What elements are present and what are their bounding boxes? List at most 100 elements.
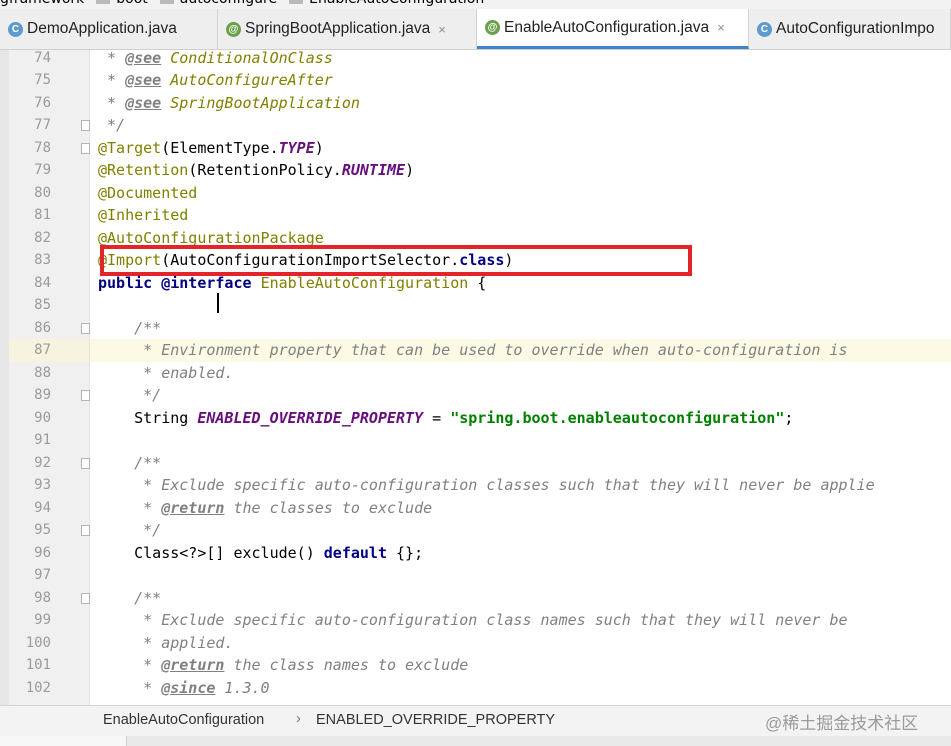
code-line-text: String ENABLED_OVERRIDE_PROPERTY = "spri… [98,407,793,430]
code-token: default [323,543,387,562]
code-line-text: /** [98,452,161,475]
code-line[interactable] [90,294,951,317]
code-line[interactable] [90,429,951,452]
breadcrumb-item[interactable]: EnableAutoConfiguration [309,0,484,7]
line-number: 95 [34,522,51,538]
code-line[interactable]: * Exclude specific auto-configuration cl… [90,609,951,632]
code-token: */ [98,116,126,134]
line-number: 77 [34,117,51,133]
fold-toggle-icon[interactable] [81,390,90,401]
fold-toggle-icon[interactable] [81,525,90,536]
code-line[interactable]: /** [90,587,951,610]
code-token: ConditionalOnClass [170,50,333,67]
line-number: 101 [25,657,51,673]
line-number: 75 [34,72,51,88]
close-icon[interactable]: × [717,20,725,35]
line-number: 74 [34,49,51,66]
line-number: 85 [34,297,51,313]
code-line-text: * @return the classes to exclude [98,497,432,520]
line-number: 92 [34,454,51,471]
code-token: ) [314,138,324,157]
code-line[interactable]: * @see SpringBootApplication [90,92,951,115]
code-line[interactable] [90,564,951,587]
tab-label: AutoConfigurationImpo [776,20,935,37]
watermark: @稀土掘金技术社区 [765,714,919,733]
line-number: 84 [34,274,51,291]
line-number: 96 [34,544,51,561]
code-token: @see [125,50,162,67]
code-token: AutoConfigureAfter [170,71,333,89]
code-line[interactable]: /** [90,317,951,340]
code-token: * Exclude specific auto-configuration cl… [98,476,875,494]
editor-tab[interactable]: C AutoConfigurationImpo [749,9,951,49]
line-number: 88 [34,364,51,381]
code-line-text: * @see ConditionalOnClass [98,50,333,69]
code-line[interactable]: * Environment property that can be used … [90,339,951,362]
code-line[interactable]: * @since 1.3.0 [90,677,951,700]
structure-breadcrumb-bar: EnableAutoConfiguration › ENABLED_OVERRI… [0,705,951,736]
editor-tab[interactable]: @ SpringBootApplication.java × [218,9,477,49]
fold-toggle-icon[interactable] [81,322,90,334]
breadcrumb-field[interactable]: ENABLED_OVERRIDE_PROPERTY [316,712,555,728]
breadcrumb-item[interactable]: gframework [0,0,84,7]
code-token: Class<?>[] exclude() [98,543,324,562]
code-token: @Documented [98,183,198,202]
editor-tab[interactable]: @ EnableAutoConfiguration.java × [477,9,749,49]
code-token: @return [161,656,225,674]
code-token: @return [161,498,225,517]
code-line-text: @Documented [98,182,197,205]
line-number: 91 [34,432,51,448]
code-line[interactable]: Class<?>[] exclude() default {}; [90,542,951,565]
code-editor[interactable]: * @see ConditionalOnClass * @see AutoCon… [90,50,951,705]
code-line-text: */ [98,519,161,542]
code-line[interactable]: * @see AutoConfigureAfter [90,69,951,92]
bottom-tool-strip [0,736,951,746]
line-number: 78 [34,139,51,156]
code-line[interactable]: */ [90,519,951,542]
code-line[interactable]: * @return the classes to exclude [90,497,951,520]
bottom-tool-tab[interactable] [0,736,127,746]
code-line[interactable]: * Exclude specific auto-configuration cl… [90,474,951,497]
code-line[interactable]: * applied. [90,632,951,655]
code-token: @see [125,93,162,112]
code-line[interactable]: String ENABLED_OVERRIDE_PROPERTY = "spri… [90,407,951,430]
code-line[interactable]: * @return the class names to exclude [90,654,951,677]
code-token: public [98,273,153,292]
code-line-text: /** [98,317,161,340]
code-line[interactable]: @Retention(RetentionPolicy.RUNTIME) [90,159,951,182]
code-line[interactable]: * enabled. [90,362,951,385]
code-line[interactable]: @Inherited [90,204,951,227]
code-line-text: */ [98,114,125,137]
code-token: * Environment property that can be used … [98,341,848,359]
code-token: (RetentionPolicy. [188,161,342,179]
code-token: RUNTIME [341,161,406,179]
breadcrumb-interface[interactable]: EnableAutoConfiguration [103,712,264,728]
code-line[interactable]: @Documented [90,182,951,205]
editor-tab[interactable]: C DemoApplication.java [0,9,218,49]
code-token: * [98,498,162,517]
fold-toggle-icon[interactable] [81,457,90,469]
breadcrumb-item[interactable]: autoconfigure [180,0,277,7]
fold-toggle-icon[interactable] [81,592,90,604]
line-number: 83 [34,252,51,268]
code-line[interactable]: */ [90,114,951,137]
breadcrumb-separator: › [296,711,301,727]
fold-toggle-icon[interactable] [81,142,90,154]
code-line-text: */ [98,384,161,407]
code-line-text: * @see AutoConfigureAfter [98,69,333,92]
code-token: String [98,408,198,427]
class-icon: C [8,21,23,37]
line-number: 81 [34,207,51,223]
code-line-text: * Exclude specific auto-configuration cl… [98,474,875,497]
breadcrumb-item[interactable]: boot [116,0,148,7]
code-token: @Retention [98,161,189,179]
code-line[interactable]: /** [90,452,951,475]
close-icon[interactable]: × [438,22,446,37]
fold-toggle-icon[interactable] [81,120,90,131]
code-line[interactable]: @Target(ElementType.TYPE) [90,137,951,160]
code-line[interactable]: * @see ConditionalOnClass [90,50,951,69]
code-line[interactable]: */ [90,384,951,407]
code-line-text: * @see SpringBootApplication [98,92,360,115]
